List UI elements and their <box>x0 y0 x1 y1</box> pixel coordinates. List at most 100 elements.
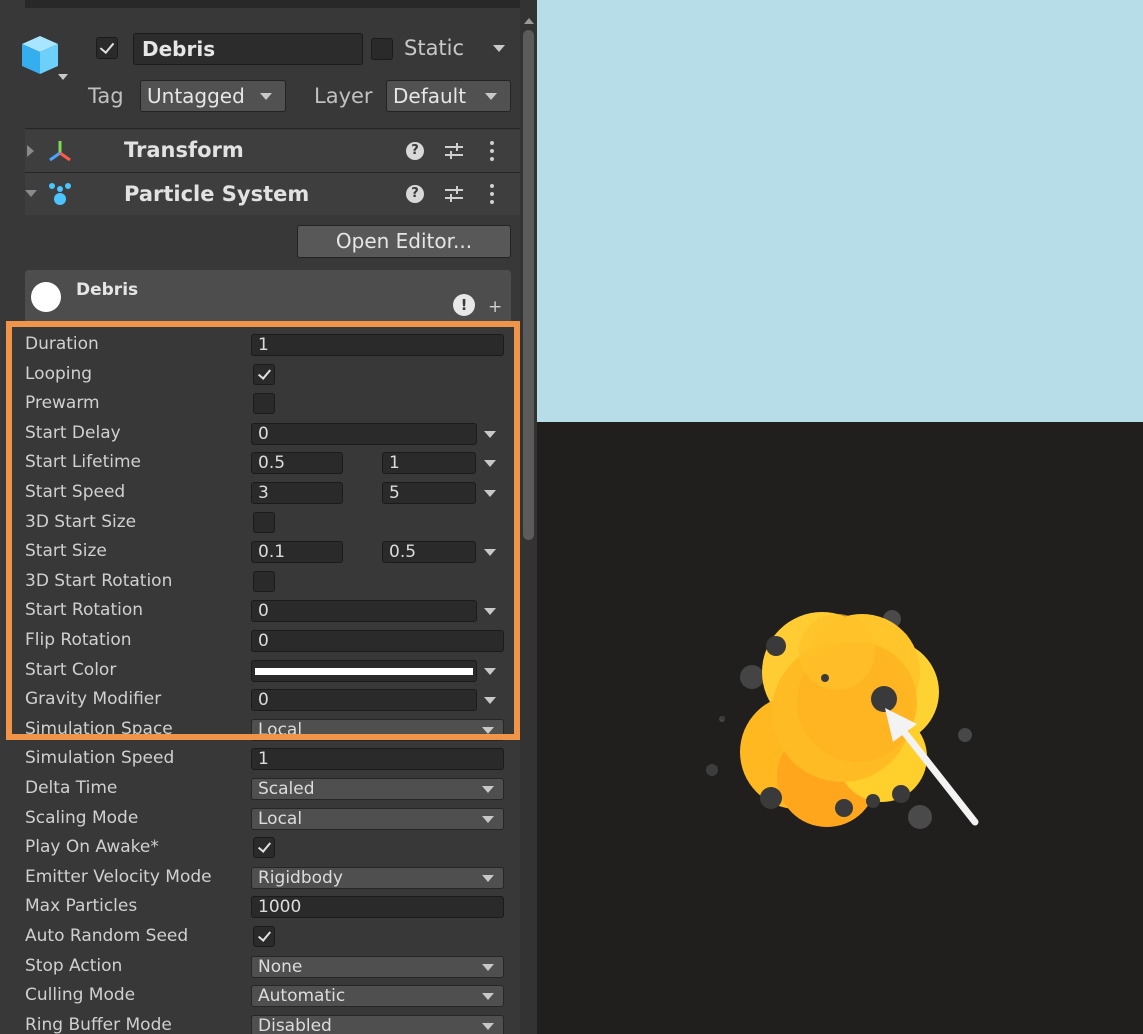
start-color-color-field[interactable] <box>251 660 477 682</box>
cube-icon <box>22 32 66 80</box>
tag-dropdown[interactable]: Untagged <box>140 80 286 112</box>
static-checkbox[interactable] <box>371 38 393 60</box>
chevron-down-icon <box>482 816 494 823</box>
chevron-down-icon[interactable] <box>484 608 496 615</box>
start-lifetime-max-field[interactable]: 1 <box>382 452 476 474</box>
prewarm-label: Prewarm <box>25 393 100 413</box>
3d-start-rotation-checkbox[interactable] <box>253 571 275 592</box>
fold-down-icon[interactable] <box>25 190 37 197</box>
object-name-field[interactable]: Debris <box>133 33 363 65</box>
sliders-icon[interactable] <box>443 184 465 204</box>
start-delay-field[interactable]: 0 <box>251 423 477 445</box>
open-editor-label: Open Editor... <box>335 229 473 253</box>
layer-dropdown[interactable]: Default <box>386 80 511 112</box>
kebab-menu-icon[interactable] <box>489 183 495 205</box>
start-speed-min-field[interactable]: 3 <box>251 482 343 504</box>
warning-icon[interactable]: ! <box>453 294 475 316</box>
sliders-icon[interactable] <box>443 141 465 161</box>
scaling-mode-value: Local <box>258 809 303 829</box>
start-lifetime-min-field[interactable]: 0.5 <box>251 452 343 474</box>
gravity-modifier-label: Gravity Modifier <box>25 689 162 709</box>
duration-field[interactable]: 1 <box>251 334 504 356</box>
chevron-down-icon <box>482 964 494 971</box>
start-rotation-label: Start Rotation <box>25 600 144 620</box>
open-editor-button[interactable]: Open Editor... <box>297 225 511 258</box>
start-speed-label: Start Speed <box>25 482 126 502</box>
inspector-tab-strip <box>25 0 537 8</box>
emitter-velocity-mode-value: Rigidbody <box>258 868 343 888</box>
module-header[interactable]: Debris ! + <box>25 270 511 322</box>
simulation-speed-label: Simulation Speed <box>25 748 175 768</box>
ring-buffer-mode-value: Disabled <box>258 1016 332 1034</box>
auto-random-seed-checkbox[interactable] <box>253 926 275 947</box>
particle-system-header[interactable]: Particle System ? <box>25 173 520 215</box>
stop-action-dropdown[interactable]: None <box>251 956 504 978</box>
scrollbar[interactable] <box>520 0 537 1034</box>
module-name: Debris <box>76 280 139 300</box>
simulation-speed-field[interactable]: 1 <box>251 748 504 770</box>
pointer-arrow-icon <box>877 702 987 832</box>
ring-buffer-mode-label: Ring Buffer Mode <box>25 1015 172 1034</box>
chevron-down-icon[interactable] <box>484 460 496 467</box>
layer-label: Layer <box>314 84 373 108</box>
prewarm-checkbox[interactable] <box>253 393 275 414</box>
chevron-down-icon[interactable] <box>484 549 496 556</box>
start-size-max-field[interactable]: 0.5 <box>382 541 476 563</box>
transform-axes-icon <box>47 138 73 164</box>
gravity-modifier-field[interactable]: 0 <box>251 689 477 711</box>
looping-checkbox[interactable] <box>253 364 275 385</box>
static-dropdown-caret[interactable] <box>493 45 505 52</box>
particle-system-icon <box>47 181 73 207</box>
fold-right-icon[interactable] <box>27 145 34 157</box>
separator <box>25 128 520 129</box>
auto-random-seed-label: Auto Random Seed <box>25 926 189 946</box>
scroll-up-icon[interactable] <box>524 18 534 24</box>
static-label: Static <box>404 36 465 60</box>
stop-action-label: Stop Action <box>25 956 123 976</box>
particle-explosion <box>706 610 972 829</box>
chevron-down-icon <box>482 727 494 734</box>
transform-header[interactable]: Transform ? <box>25 130 520 172</box>
stop-action-value: None <box>258 957 303 977</box>
culling-mode-dropdown[interactable]: Automatic <box>251 985 504 1007</box>
chevron-down-icon[interactable] <box>484 431 496 438</box>
chevron-down-icon <box>260 93 272 100</box>
culling-mode-label: Culling Mode <box>25 985 136 1005</box>
play-on-awake-checkbox[interactable] <box>253 837 275 858</box>
start-speed-max-field[interactable]: 5 <box>382 482 476 504</box>
culling-mode-value: Automatic <box>258 986 346 1006</box>
simulation-space-label: Simulation Space <box>25 719 173 739</box>
scaling-mode-dropdown[interactable]: Local <box>251 808 504 830</box>
chevron-down-icon <box>485 93 497 100</box>
question-icon[interactable]: ? <box>406 142 424 160</box>
start-rotation-field[interactable]: 0 <box>251 600 477 622</box>
3d-start-size-checkbox[interactable] <box>253 512 275 533</box>
chevron-down-icon[interactable] <box>484 697 496 704</box>
start-size-min-field[interactable]: 0.1 <box>251 541 343 563</box>
plus-icon[interactable]: + <box>488 297 502 317</box>
object-name-text: Debris <box>142 37 216 61</box>
ring-buffer-mode-dropdown[interactable]: Disabled <box>251 1015 504 1034</box>
flip-rotation-field[interactable]: 0 <box>251 630 504 652</box>
max-particles-field[interactable]: 1000 <box>251 896 504 918</box>
chevron-down-icon <box>482 875 494 882</box>
max-particles-label: Max Particles <box>25 896 138 916</box>
simulation-space-dropdown[interactable]: Local <box>251 719 504 741</box>
icon-dropdown-caret[interactable] <box>58 74 68 80</box>
scrollbar-thumb[interactable] <box>523 30 534 540</box>
layer-value: Default <box>393 84 467 108</box>
active-checkbox[interactable] <box>96 37 118 59</box>
delta-time-value: Scaled <box>258 779 315 799</box>
question-icon[interactable]: ? <box>406 185 424 203</box>
emitter-velocity-mode-dropdown[interactable]: Rigidbody <box>251 867 504 889</box>
start-color-label: Start Color <box>25 660 117 680</box>
scene-view <box>537 422 1143 1034</box>
chevron-down-icon[interactable] <box>484 668 496 675</box>
play-on-awake-label: Play On Awake* <box>25 837 159 857</box>
chevron-down-icon <box>482 786 494 793</box>
tag-value: Untagged <box>147 84 245 108</box>
kebab-menu-icon[interactable] <box>489 140 495 162</box>
delta-time-dropdown[interactable]: Scaled <box>251 778 504 800</box>
color-swatch <box>255 668 473 675</box>
chevron-down-icon[interactable] <box>484 490 496 497</box>
